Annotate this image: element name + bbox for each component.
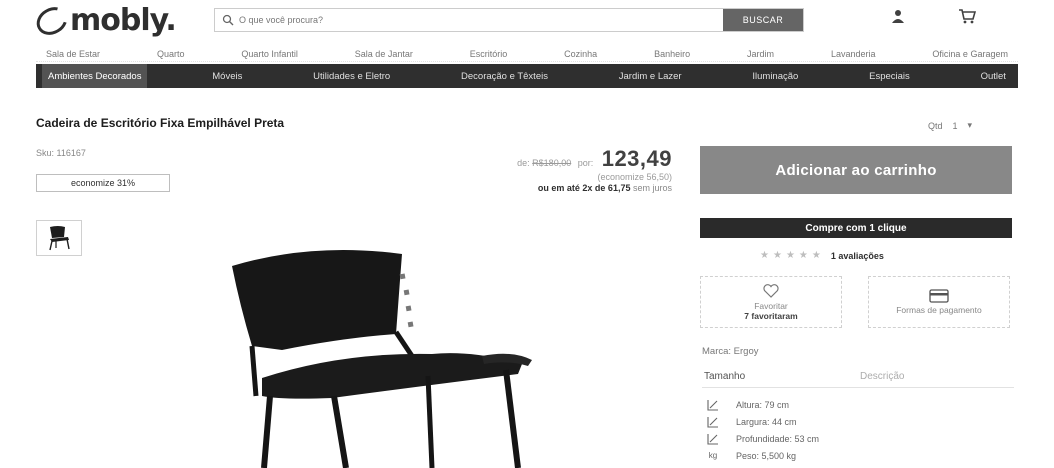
favorite-button[interactable]: Favoritar 7 favoritaram	[700, 276, 842, 328]
product-page: mobly. BUSCAR Sala de Estar Quarto Quart…	[0, 0, 1054, 468]
spec-depth: Profundidade: 53 cm	[736, 433, 820, 444]
quantity-selector[interactable]: Qtd 1 ▾	[928, 120, 972, 131]
product-tabs: Tamanho Descrição	[702, 366, 1014, 388]
one-click-buy-button[interactable]: Compre com 1 clique	[700, 218, 1012, 238]
old-price: de: R$180,00 por:	[517, 158, 593, 168]
star-icon: ★	[785, 250, 795, 261]
nav-utilidades[interactable]: Utilidades e Eletro	[307, 64, 396, 88]
qty-value: 1	[952, 120, 958, 131]
product-brand: Marca: Ergoy	[702, 346, 759, 357]
search-bar: BUSCAR	[214, 8, 804, 32]
star-icon: ★	[811, 250, 821, 261]
product-thumbnail[interactable]	[36, 220, 82, 256]
payment-label: Formas de pagamento	[896, 305, 982, 315]
old-price-prefix: de:	[517, 158, 530, 168]
price-block: de: R$180,00 por: 123,49 (economize 56,5…	[440, 146, 672, 194]
credit-card-icon	[929, 289, 949, 305]
chair-thumbnail-icon	[49, 226, 70, 251]
discount-badge: economize 31%	[36, 174, 170, 192]
nav-moveis[interactable]: Móveis	[206, 64, 248, 88]
spec-width: Largura: 44 cm	[736, 416, 797, 427]
cart-icon[interactable]	[958, 8, 977, 29]
nav-especiais[interactable]: Especiais	[863, 64, 916, 88]
height-icon	[704, 399, 722, 411]
add-to-cart-button[interactable]: Adicionar ao carrinho	[700, 146, 1012, 194]
favorite-label: Favoritar	[754, 301, 788, 311]
category-escritorio[interactable]: Escritório	[470, 49, 508, 59]
depth-icon	[704, 433, 722, 445]
heart-icon	[762, 283, 780, 301]
product-image	[232, 250, 532, 468]
product-sku: Sku: 116167	[36, 148, 86, 158]
product-rating[interactable]: ★ ★ ★ ★ ★ 1 avaliações	[760, 250, 884, 261]
category-oficina[interactable]: Oficina e Garagem	[932, 49, 1008, 59]
width-icon	[704, 416, 722, 428]
search-button[interactable]: BUSCAR	[723, 9, 803, 31]
tab-description[interactable]: Descrição	[858, 366, 1014, 387]
qty-label: Qtd	[928, 120, 943, 131]
search-input[interactable]	[239, 10, 723, 30]
category-banheiro[interactable]: Banheiro	[654, 49, 690, 59]
spec-row: Altura: 79 cm	[704, 396, 819, 413]
spec-row: Profundidade: 53 cm	[704, 430, 819, 447]
nav-outlet[interactable]: Outlet	[975, 64, 1012, 88]
category-sala-de-estar[interactable]: Sala de Estar	[46, 49, 100, 59]
install-suffix: sem juros	[632, 183, 672, 193]
chevron-down-icon: ▾	[967, 120, 973, 130]
installment-text: ou em até 2x de 61,75 sem juros	[440, 183, 672, 194]
rating-count: 1 avaliações	[830, 250, 884, 261]
new-price-prefix: por:	[577, 158, 594, 168]
star-icon: ★	[798, 250, 808, 261]
spec-height: Altura: 79 cm	[736, 399, 790, 410]
nav-ambientes-decorados[interactable]: Ambientes Decorados	[42, 64, 148, 88]
tab-size[interactable]: Tamanho	[702, 366, 858, 387]
install-prefix: ou em até	[537, 183, 580, 193]
category-cozinha[interactable]: Cozinha	[564, 49, 597, 59]
star-icon: ★	[772, 250, 782, 261]
category-quarto[interactable]: Quarto	[157, 49, 185, 59]
favorite-count: 7 favoritaram	[744, 311, 798, 321]
old-price-value: R$180,00	[532, 158, 572, 168]
spec-row: kg Peso: 5,500 kg	[704, 447, 819, 464]
payment-methods-button[interactable]: Formas de pagamento	[868, 276, 1010, 328]
product-title: Cadeira de Escritório Fixa Empilhável Pr…	[36, 116, 285, 130]
star-icon: ★	[760, 250, 769, 261]
main-nav: Ambientes Decorados Móveis Utilidades e …	[36, 64, 1018, 88]
category-jardim[interactable]: Jardim	[747, 49, 774, 59]
saving-text: (economize 56,50)	[597, 172, 672, 182]
spec-weight: Peso: 5,500 kg	[736, 450, 797, 461]
category-lavanderia[interactable]: Lavanderia	[831, 49, 876, 59]
mobly-logo[interactable]: mobly.	[31, 1, 177, 41]
site-header: mobly. BUSCAR	[0, 0, 1054, 44]
logo-text: mobly.	[70, 3, 177, 38]
category-bar: Sala de Estar Quarto Quarto Infantil Sal…	[36, 46, 1018, 62]
weight-icon: kg	[708, 451, 718, 460]
logo-mark-icon	[31, 1, 73, 41]
new-price: 123,49	[601, 146, 672, 171]
install-value: 2x de 61,75	[582, 183, 631, 193]
category-quarto-infantil[interactable]: Quarto Infantil	[241, 49, 298, 59]
nav-iluminacao[interactable]: Iluminação	[746, 64, 804, 88]
category-sala-de-jantar[interactable]: Sala de Jantar	[355, 49, 413, 59]
search-icon	[217, 9, 239, 31]
nav-decoracao[interactable]: Decoração e Têxteis	[455, 64, 554, 88]
spec-row: Largura: 44 cm	[704, 413, 819, 430]
spec-list: Altura: 79 cm Largura: 44 cm Profundidad…	[704, 396, 819, 464]
nav-jardim-lazer[interactable]: Jardim e Lazer	[613, 64, 688, 88]
user-icon[interactable]	[890, 8, 906, 29]
